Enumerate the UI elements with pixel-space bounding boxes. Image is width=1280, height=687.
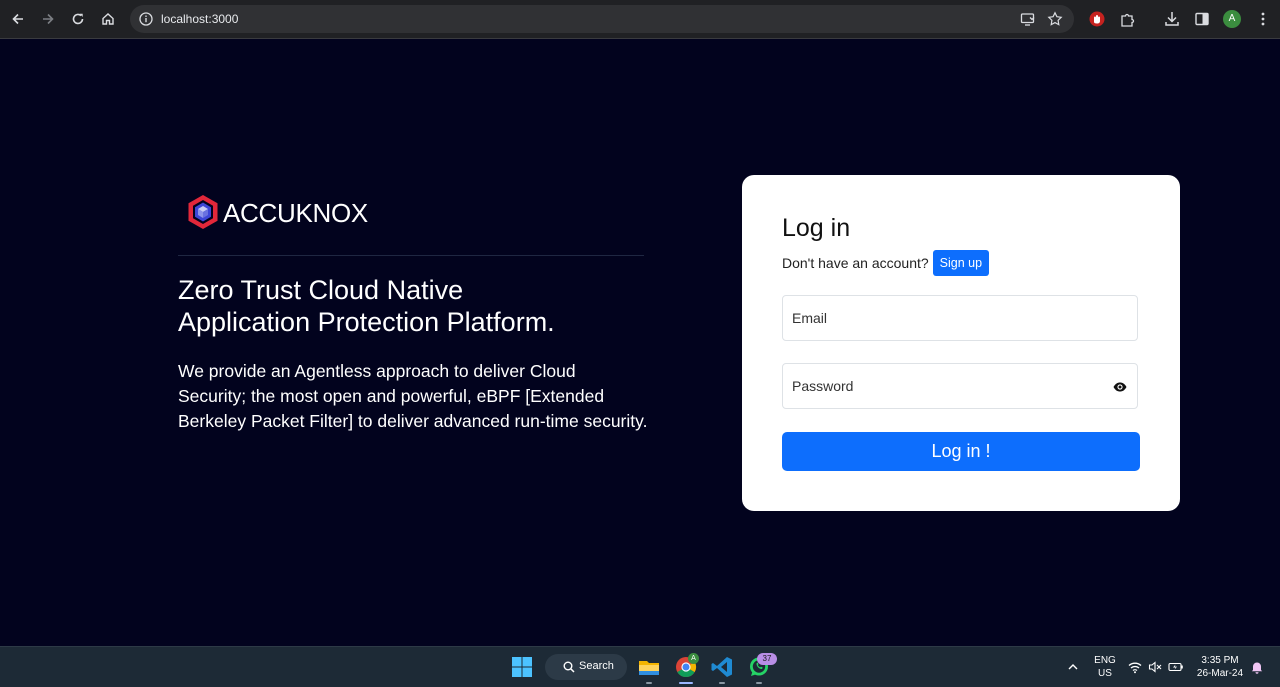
chrome-profile-badge: A — [688, 653, 699, 664]
battery-charging-icon[interactable] — [1168, 659, 1184, 673]
site-info-icon[interactable] — [138, 11, 154, 27]
hero-headline-line1: Zero Trust Cloud Native — [178, 275, 464, 305]
active-indicator — [679, 682, 693, 684]
forward-icon[interactable] — [37, 8, 59, 30]
signup-button[interactable]: Sign up — [932, 250, 990, 276]
accuknox-logo-icon — [188, 195, 218, 229]
running-indicator — [646, 682, 652, 684]
divider — [178, 255, 644, 256]
hero-headline-line2: Application Protection Platform. — [178, 307, 555, 337]
hero-headline: Zero Trust Cloud Native Application Prot… — [178, 274, 658, 338]
menu-kebab-icon[interactable] — [1254, 10, 1272, 28]
taskbar: Search A 37 ENG US 3:35 PM 26-Mar-24 — [0, 646, 1280, 687]
show-password-eye-icon[interactable] — [1113, 381, 1127, 393]
extensions-puzzle-icon[interactable] — [1119, 10, 1137, 28]
windows-start-icon[interactable] — [511, 656, 533, 678]
speaker-muted-icon[interactable] — [1148, 659, 1162, 673]
no-account-text: Don't have an account? — [782, 255, 929, 271]
vscode-icon[interactable] — [710, 655, 734, 679]
region-code: US — [1098, 668, 1112, 679]
address-bar[interactable]: localhost:3000 — [130, 5, 1074, 33]
login-submit-button[interactable]: Log in ! — [782, 432, 1140, 471]
taskbar-search-label: Search — [579, 660, 614, 672]
notification-bell-icon[interactable] — [1250, 659, 1264, 674]
clock-date: 26-Mar-24 — [1196, 668, 1244, 679]
signup-row: Don't have an account? Sign up — [782, 250, 990, 276]
reload-icon[interactable] — [67, 8, 89, 30]
language-indicator[interactable]: ENG US — [1091, 654, 1119, 680]
login-title: Log in — [782, 214, 851, 242]
password-input[interactable] — [783, 364, 1137, 408]
side-panel-icon[interactable] — [1193, 10, 1211, 28]
clock[interactable]: 3:35 PM 26-Mar-24 — [1192, 654, 1248, 680]
install-app-icon[interactable] — [1020, 11, 1036, 27]
bookmark-star-icon[interactable] — [1047, 11, 1063, 27]
search-icon — [563, 661, 575, 673]
browser-toolbar: localhost:3000 A — [0, 0, 1280, 39]
running-indicator — [719, 682, 725, 684]
wifi-icon[interactable] — [1128, 659, 1142, 674]
file-explorer-icon[interactable] — [637, 655, 661, 679]
login-card: Log in Don't have an account? Sign up Lo… — [742, 175, 1180, 511]
home-icon[interactable] — [97, 8, 119, 30]
taskbar-search[interactable]: Search — [545, 654, 627, 680]
url-text: localhost:3000 — [161, 12, 239, 26]
email-input[interactable] — [783, 296, 1137, 340]
hero-description: We provide an Agentless approach to deli… — [178, 361, 648, 431]
clock-time: 3:35 PM — [1201, 655, 1239, 666]
running-indicator — [756, 682, 762, 684]
show-hidden-icons-chevron-up-icon[interactable] — [1066, 659, 1080, 673]
whatsapp-unread-badge: 37 — [757, 653, 777, 665]
extension-shield-icon[interactable] — [1088, 10, 1106, 28]
back-icon[interactable] — [7, 8, 29, 30]
brand-wordmark: ACCUKNOX — [223, 198, 368, 228]
password-field — [782, 363, 1138, 409]
profile-avatar[interactable]: A — [1223, 10, 1241, 28]
language-code: ENG — [1094, 655, 1116, 666]
downloads-icon[interactable] — [1163, 10, 1181, 28]
email-field — [782, 295, 1138, 341]
